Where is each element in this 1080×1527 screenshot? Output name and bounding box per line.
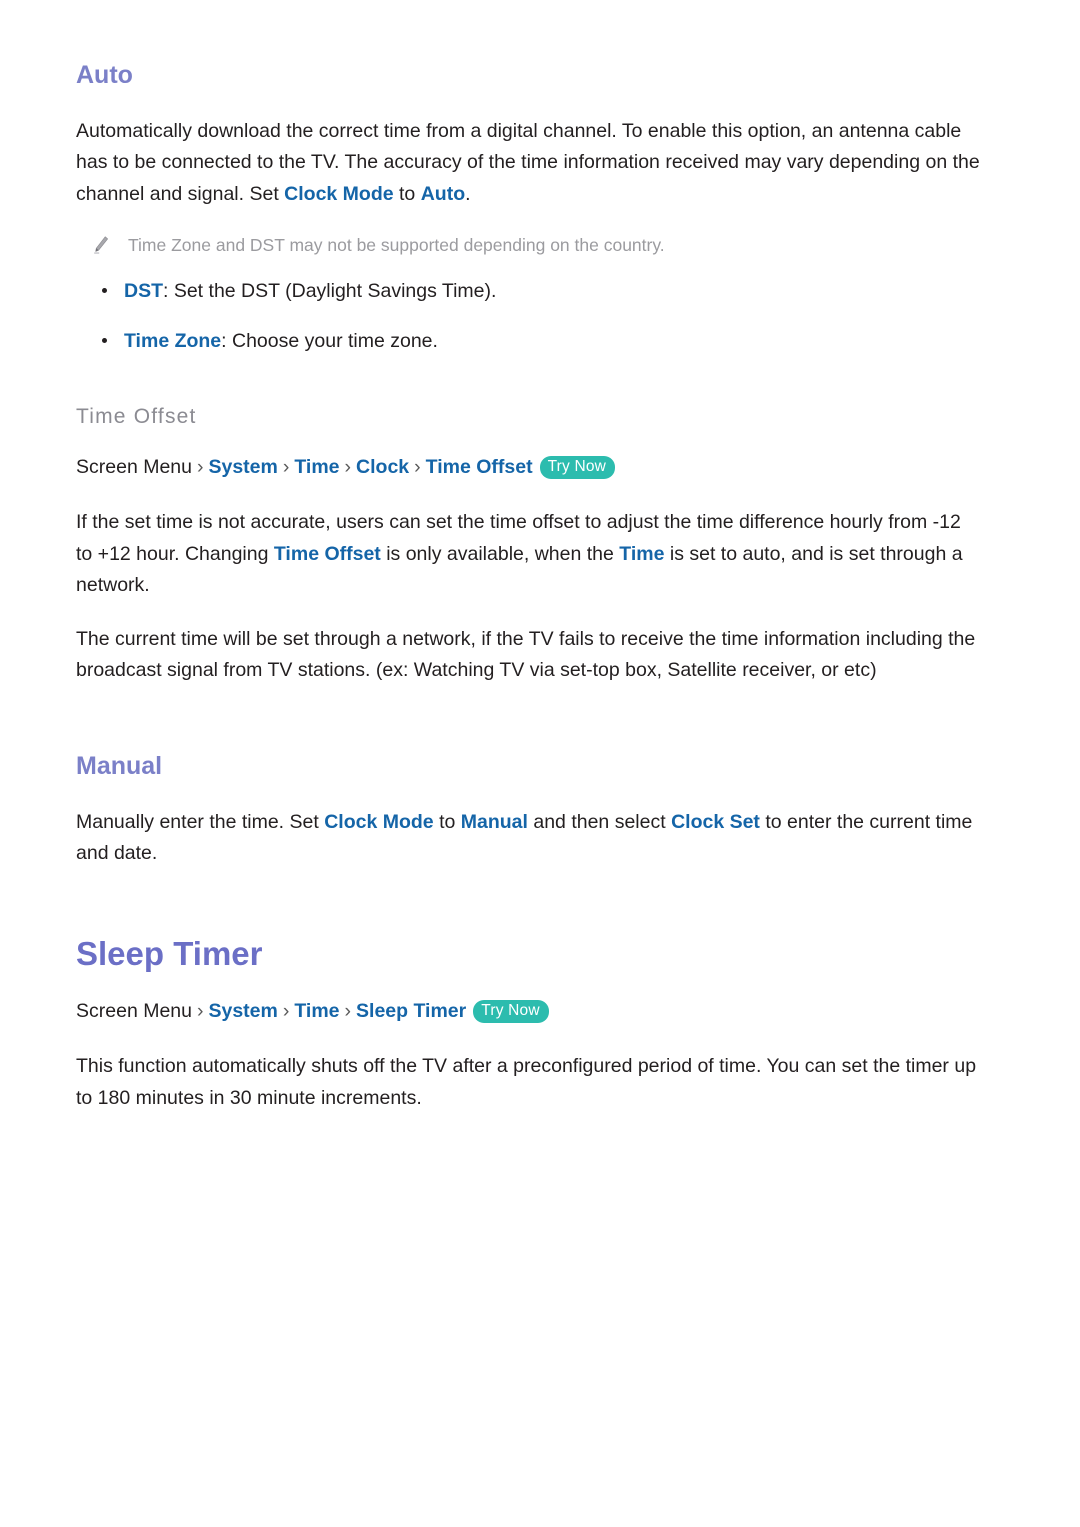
bullet-dot-icon (102, 337, 107, 343)
breadcrumb-item-time[interactable]: Time (294, 456, 339, 478)
manual-text-a: Manually enter the time. Set (76, 810, 325, 833)
manual-text-b: to (433, 810, 461, 833)
manual-description-paragraph: Manually enter the time. Set Clock Mode … (76, 807, 981, 870)
breadcrumb-separator-icon: › (196, 999, 204, 1022)
list-item: Time Zone: Choose your time zone. (100, 326, 981, 357)
auto-description-end: . (465, 182, 471, 205)
pencil-icon (92, 235, 110, 255)
auto-description-paragraph: Automatically download the correct time … (76, 116, 981, 211)
list-item-text: : Choose your time zone. (221, 329, 438, 352)
breadcrumb-root: Screen Menu (76, 455, 192, 478)
auto-options-list: DST: Set the DST (Daylight Savings Time)… (76, 276, 981, 356)
breadcrumb-separator-icon: › (414, 455, 421, 478)
breadcrumb-root: Screen Menu (76, 999, 192, 1022)
breadcrumb-separator-icon: › (196, 455, 204, 478)
breadcrumb-item-system[interactable]: System (208, 1000, 277, 1022)
breadcrumb-item-sleep-timer[interactable]: Sleep Timer (356, 1000, 466, 1022)
breadcrumb-item-system[interactable]: System (208, 456, 277, 478)
manual-text-c: and then select (527, 810, 672, 833)
link-clock-set[interactable]: Clock Set (671, 811, 760, 833)
section-heading-time-offset: Time Offset (76, 404, 197, 428)
time-offset-paragraph-1: If the set time is not accurate, users c… (76, 507, 981, 602)
link-dst[interactable]: DST (124, 280, 163, 302)
link-clock-mode[interactable]: Clock Mode (284, 183, 393, 205)
breadcrumb-separator-icon: › (282, 455, 290, 478)
breadcrumb-item-time[interactable]: Time (294, 1000, 339, 1022)
auto-description-text: Automatically download the correct time … (76, 119, 980, 205)
breadcrumb-separator-icon: › (344, 999, 352, 1022)
breadcrumb-sleep-timer: Screen Menu › System › Time › Sleep Timer Try N… (76, 996, 981, 1027)
document-page: Auto Automatically download the correct … (0, 0, 1080, 1527)
note-text-timezone-dst: Time Zone and DST may not be supported d… (128, 235, 665, 256)
link-time[interactable]: Time (619, 543, 664, 565)
list-item-text: : Set the DST (Daylight Savings Time). (163, 280, 497, 303)
section-heading-auto: Auto (76, 61, 133, 89)
try-now-badge[interactable]: Try Now (539, 455, 616, 480)
link-auto[interactable]: Auto (421, 183, 465, 205)
section-heading-manual: Manual (76, 752, 163, 781)
link-time-zone[interactable]: Time Zone (124, 330, 221, 352)
link-clock-mode[interactable]: Clock Mode (324, 811, 433, 833)
bullet-dot-icon (102, 288, 107, 294)
document-content: Auto Automatically download the correct … (76, 61, 981, 1114)
breadcrumb-separator-icon: › (282, 999, 290, 1022)
breadcrumb-time-offset: Screen Menu › System › Time › Clock › Time Offse… (76, 452, 981, 483)
link-manual[interactable]: Manual (461, 811, 528, 833)
page-title: Sleep Timer (76, 934, 263, 972)
try-now-badge[interactable]: Try Now (473, 999, 549, 1024)
time-offset-paragraph-2: The current time will be set through a n… (76, 627, 976, 682)
breadcrumb-item-clock[interactable]: Clock (356, 456, 409, 478)
breadcrumb-separator-icon: › (344, 455, 352, 478)
link-time-offset[interactable]: Time Offset (274, 543, 381, 565)
time-offset-text-b: is only available, when the (380, 542, 620, 565)
list-item: DST: Set the DST (Daylight Savings Time)… (100, 276, 981, 307)
breadcrumb-item-time-offset[interactable]: Time Offset (426, 456, 533, 478)
note-row-timezone-dst: Time Zone and DST may not be supported d… (76, 232, 981, 258)
sleep-timer-description-paragraph: This function automatically shuts off th… (76, 1055, 977, 1109)
auto-description-mid: to (393, 182, 421, 205)
